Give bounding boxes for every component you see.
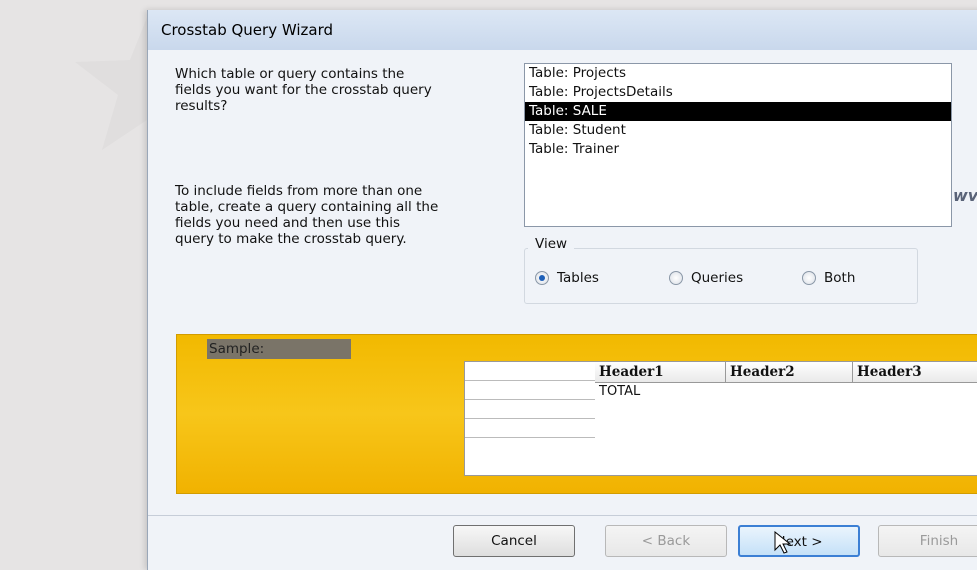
- row-header-cell: [465, 362, 595, 381]
- column-header: Header3: [853, 362, 977, 383]
- list-item[interactable]: Table: Student: [525, 121, 951, 140]
- values-area: Header1 Header2 Header3 TOTAL: [595, 361, 977, 476]
- note-line: To include fields from more than one: [175, 183, 423, 199]
- prompt-line: results?: [175, 98, 228, 114]
- row-header-cell: [465, 438, 595, 456]
- radio-label-queries: Queries: [691, 270, 744, 286]
- prompt-line: Which table or query contains the: [175, 66, 405, 82]
- finish-button[interactable]: Finish: [878, 525, 977, 557]
- cancel-button[interactable]: Cancel: [453, 525, 575, 557]
- button-divider: [148, 515, 977, 516]
- radio-label-both: Both: [824, 270, 856, 286]
- back-button[interactable]: < Back: [605, 525, 727, 557]
- row-header-cell: [465, 419, 595, 438]
- radio-both[interactable]: Both: [802, 270, 855, 286]
- radio-label-tables: Tables: [557, 270, 599, 286]
- note-text: To include fields from more than one tab…: [175, 183, 438, 247]
- sample-label: Sample:: [207, 339, 351, 359]
- column-header: Header2: [726, 362, 853, 383]
- dialog-body: Which table or query contains the fields…: [148, 50, 977, 570]
- radio-queries[interactable]: Queries: [669, 270, 743, 286]
- row-header-cell: [465, 381, 595, 400]
- column-header: Header1: [595, 362, 726, 383]
- window-title: Crosstab Query Wizard: [161, 21, 333, 39]
- total-label: TOTAL: [599, 384, 641, 399]
- radio-tables[interactable]: Tables: [535, 270, 599, 286]
- crosstab-wizard-dialog: Crosstab Query Wizard Which table or que…: [147, 10, 977, 570]
- next-button[interactable]: Next >: [738, 525, 860, 557]
- table-query-listbox[interactable]: Table: Projects Table: ProjectsDetails T…: [524, 63, 952, 227]
- list-item[interactable]: Table: Trainer: [525, 140, 951, 159]
- prompt-line: fields you want for the crosstab query: [175, 82, 432, 98]
- prompt-text: Which table or query contains the fields…: [175, 66, 432, 114]
- note-line: fields you need and then use this: [175, 215, 401, 231]
- list-item[interactable]: Table: ProjectsDetails: [525, 83, 951, 102]
- note-line: query to make the crosstab query.: [175, 231, 407, 247]
- watermark-text: wv: [953, 186, 977, 205]
- list-item-selected[interactable]: Table: SALE: [525, 102, 951, 121]
- note-line: table, create a query containing all the: [175, 199, 439, 215]
- sample-grid: Header1 Header2 Header3 TOTAL: [464, 361, 977, 476]
- sample-preview: Sample: Header1 Header2 Header3 TOTAL: [176, 334, 977, 494]
- list-item[interactable]: Table: Projects: [525, 64, 951, 83]
- radio-unselected-icon: [802, 271, 816, 285]
- title-bar: Crosstab Query Wizard: [148, 10, 977, 51]
- row-header-column: [464, 361, 596, 476]
- row-header-cell: [465, 400, 595, 419]
- mouse-cursor-icon: [774, 531, 792, 554]
- radio-selected-icon: [535, 271, 549, 285]
- view-legend: View: [528, 236, 575, 252]
- radio-unselected-icon: [669, 271, 683, 285]
